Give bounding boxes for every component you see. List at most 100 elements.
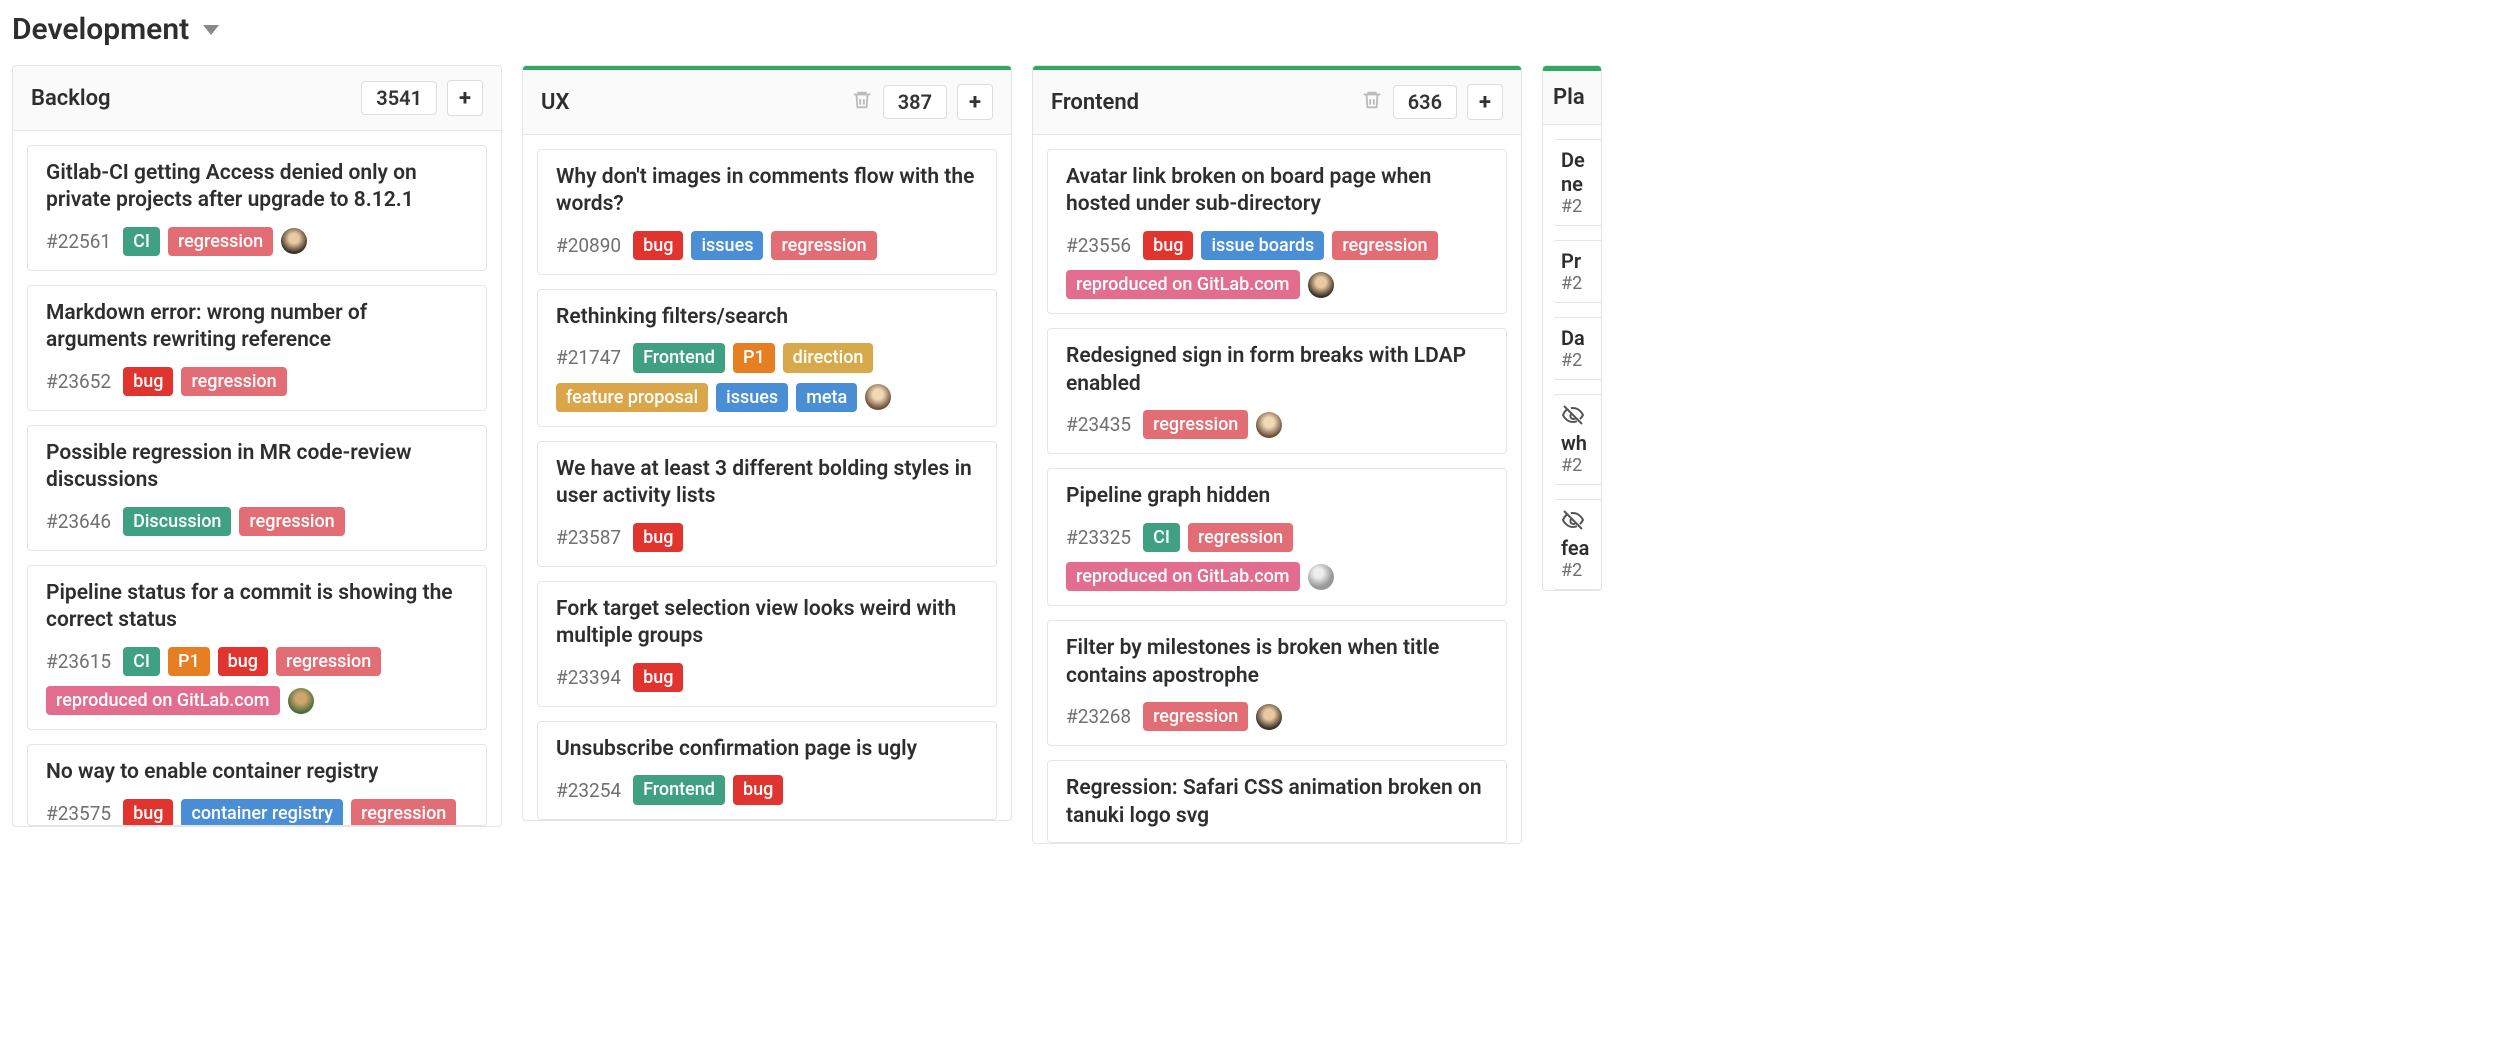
issue-label[interactable]: issues (716, 383, 788, 412)
issue-id: #23435 (1066, 413, 1131, 436)
issue-label[interactable]: CI (123, 647, 160, 676)
column-cards: Why don't images in comments flow with t… (523, 135, 1011, 820)
confidential-icon (1561, 508, 1601, 536)
issue-title: Gitlab-CI getting Access denied only on … (46, 160, 468, 215)
delete-column-icon[interactable] (851, 89, 873, 115)
column-header: Backlog3541+ (13, 66, 501, 131)
issue-id: #23254 (556, 779, 621, 802)
issue-title: Rethinking filters/search (556, 304, 978, 331)
column-count: 636 (1393, 85, 1457, 119)
assignee-avatar[interactable] (281, 228, 307, 254)
issue-label[interactable]: bug (1143, 231, 1193, 260)
issue-id: #22561 (46, 230, 111, 253)
issue-label[interactable]: reproduced on GitLab.com (1066, 562, 1300, 591)
issue-label[interactable]: bug (123, 367, 173, 396)
issue-label[interactable]: reproduced on GitLab.com (1066, 270, 1300, 299)
issue-card[interactable]: fea#2 (1553, 499, 1601, 590)
issue-card[interactable]: No way to enable container registry#2357… (27, 744, 487, 825)
issue-title: Pipeline graph hidden (1066, 483, 1488, 510)
add-card-button[interactable]: + (1467, 84, 1503, 120)
issue-id: #23268 (1066, 705, 1131, 728)
issue-label[interactable]: direction (783, 343, 874, 372)
issue-card[interactable]: Filter by milestones is broken when titl… (1047, 620, 1507, 746)
issue-label[interactable]: feature proposal (556, 383, 708, 412)
issue-meta: #23254 Frontend bug (556, 775, 978, 804)
delete-column-icon[interactable] (1361, 89, 1383, 115)
issue-label[interactable]: bug (633, 523, 683, 552)
assignee-avatar[interactable] (1308, 272, 1334, 298)
issue-label[interactable]: CI (1143, 523, 1180, 552)
issue-label[interactable]: bug (633, 663, 683, 692)
issue-card[interactable]: Avatar link broken on board page when ho… (1047, 149, 1507, 314)
issue-label[interactable]: container registry (181, 799, 343, 825)
assignee-avatar[interactable] (1256, 704, 1282, 730)
issue-meta: #23325CIregressionreproduced on GitLab.c… (1066, 523, 1488, 592)
issue-label[interactable]: bug (633, 231, 683, 260)
issue-label[interactable]: regression (1188, 523, 1293, 552)
board-dropdown-caret-icon[interactable] (203, 25, 219, 35)
add-card-button[interactable]: + (447, 80, 483, 116)
issue-card[interactable]: Redesigned sign in form breaks with LDAP… (1047, 328, 1507, 454)
issue-card[interactable]: We have at least 3 different bolding sty… (537, 441, 997, 567)
issue-card[interactable]: wh#2 (1553, 394, 1601, 485)
issue-id: #21747 (556, 346, 621, 369)
issue-label[interactable]: issue boards (1201, 231, 1324, 260)
issue-label[interactable]: regression (181, 367, 286, 396)
assignee-avatar[interactable] (865, 384, 891, 410)
issue-label[interactable]: regression (276, 647, 381, 676)
issue-label[interactable]: issues (691, 231, 763, 260)
issue-card[interactable]: Gitlab-CI getting Access denied only on … (27, 145, 487, 271)
issue-title: Markdown error: wrong number of argument… (46, 300, 468, 355)
issue-title: Regression: Safari CSS animation broken … (1066, 775, 1488, 830)
issue-id: #2 (1561, 350, 1601, 371)
issue-id: #23652 (46, 370, 111, 393)
issue-title: Redesigned sign in form breaks with LDAP… (1066, 343, 1488, 398)
issue-label[interactable]: regression (351, 799, 456, 825)
issue-card[interactable]: Pipeline graph hidden#23325CIregressionr… (1047, 468, 1507, 606)
issue-label[interactable]: bug (123, 799, 173, 825)
issue-label[interactable]: Frontend (633, 775, 725, 804)
add-card-button[interactable]: + (957, 84, 993, 120)
issue-label[interactable]: bug (218, 647, 268, 676)
issue-label[interactable]: Discussion (123, 507, 231, 536)
issue-title: Filter by milestones is broken when titl… (1066, 635, 1488, 690)
issue-card[interactable]: Rethinking filters/search #21747 Frontend P… (537, 289, 997, 427)
issue-label[interactable]: CI (123, 227, 160, 256)
issue-card[interactable]: Why don't images in comments flow with t… (537, 149, 997, 275)
issue-card[interactable]: Markdown error: wrong number of argument… (27, 285, 487, 411)
issue-title: No way to enable container registry (46, 759, 468, 786)
issue-card[interactable]: Da#2 (1553, 317, 1601, 380)
assignee-avatar[interactable] (1308, 564, 1334, 590)
column-title: UX (541, 90, 841, 115)
issue-meta: #22561 CI regression (46, 227, 468, 256)
issue-card[interactable]: Dene#2 (1553, 139, 1601, 226)
issue-label[interactable]: regression (1143, 410, 1248, 439)
issue-label[interactable]: regression (168, 227, 273, 256)
assignee-avatar[interactable] (288, 688, 314, 714)
issue-label[interactable]: meta (796, 383, 857, 412)
issue-label[interactable]: P1 (733, 343, 775, 372)
issue-label[interactable]: reproduced on GitLab.com (46, 686, 280, 715)
assignee-avatar[interactable] (1256, 412, 1282, 438)
issue-label[interactable]: regression (239, 507, 344, 536)
issue-title: ne (1561, 172, 1601, 196)
issue-title: fea (1561, 536, 1601, 560)
issue-card[interactable]: Regression: Safari CSS animation broken … (1047, 760, 1507, 843)
issue-label[interactable]: regression (1143, 702, 1248, 731)
issue-meta: #23268 regression (1066, 702, 1488, 731)
issue-card[interactable]: Possible regression in MR code-review di… (27, 425, 487, 551)
issue-card[interactable]: Unsubscribe confirmation page is ugly#23… (537, 721, 997, 820)
issue-label[interactable]: regression (771, 231, 876, 260)
column-title: Frontend (1051, 90, 1351, 115)
issue-label[interactable]: P1 (168, 647, 210, 676)
issue-card[interactable]: Pr#2 (1553, 240, 1601, 303)
board-title[interactable]: Development (12, 12, 189, 47)
issue-label[interactable]: bug (733, 775, 783, 804)
issue-meta: #23587bug (556, 523, 978, 552)
issue-label[interactable]: Frontend (633, 343, 725, 372)
column-title: Pla (1543, 71, 1601, 125)
issue-card[interactable]: Fork target selection view looks weird w… (537, 581, 997, 707)
issue-card[interactable]: Pipeline status for a commit is showing … (27, 565, 487, 730)
issue-label[interactable]: regression (1332, 231, 1437, 260)
issue-title: We have at least 3 different bolding sty… (556, 456, 978, 511)
